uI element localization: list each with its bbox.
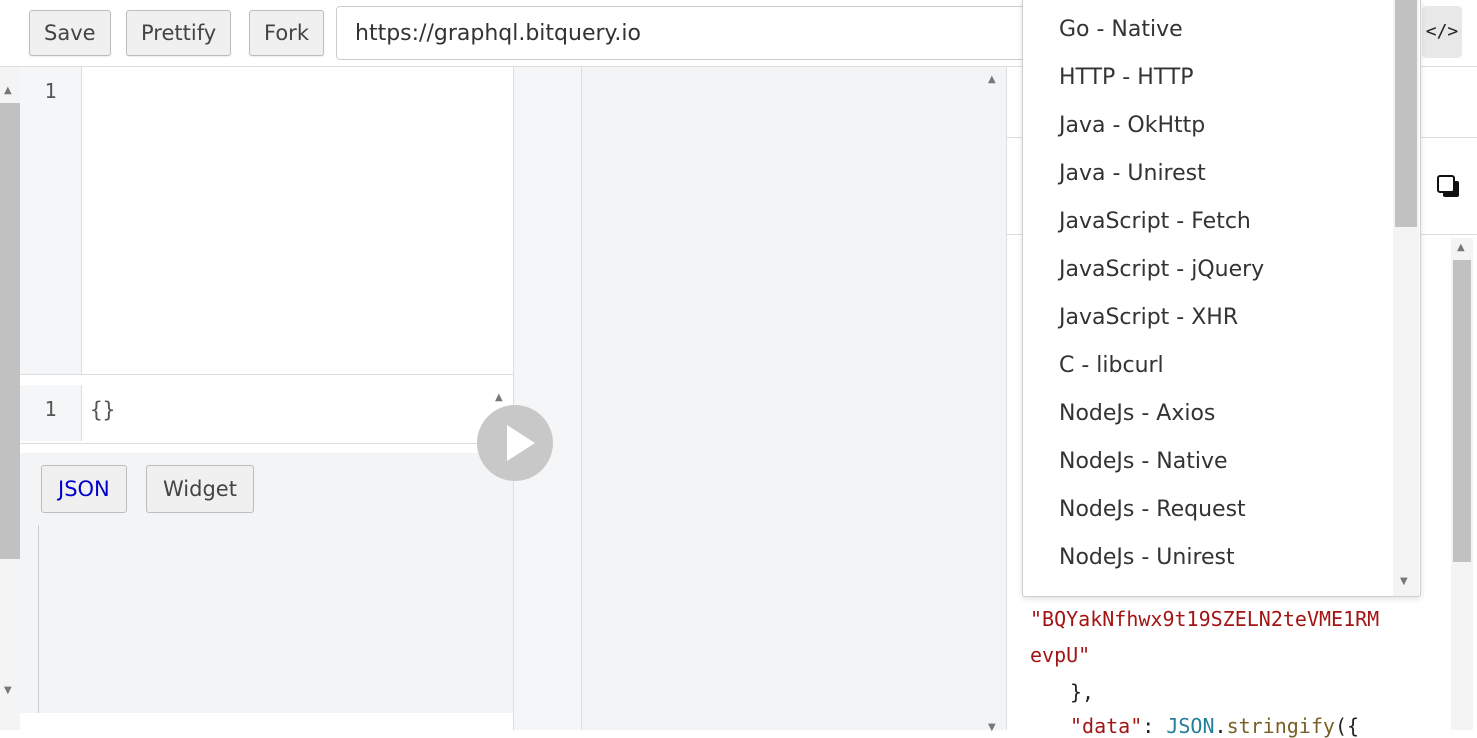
scrollbar-thumb[interactable] [1395,0,1417,227]
dropdown-scrollbar[interactable] [1393,0,1419,596]
line-number: 1 [44,79,57,103]
dropdown-item-nodejs-axios[interactable]: NodeJs - Axios [1059,390,1215,438]
dropdown-item-go-native[interactable]: Go - Native [1059,6,1183,54]
query-editor-gutter: 1 [20,67,82,374]
code-token: "data" [1070,714,1143,738]
code-scrollbar[interactable] [1451,238,1473,730]
query-editor[interactable] [20,67,513,374]
copy-icon[interactable] [1437,175,1461,199]
dropdown-item-nodejs-request[interactable]: NodeJs - Request [1059,486,1246,534]
result-gutter [514,67,582,730]
code-token: stringify [1226,714,1335,738]
code-line: "BQYakNfhwx9t19SZELN2teVME1RM [1030,607,1380,631]
code-token: : [1142,714,1167,738]
code-scroll-up-icon[interactable]: ▲ [1457,242,1465,253]
dropdown-item-nodejs-native[interactable]: NodeJs - Native [1059,438,1228,486]
save-button[interactable]: Save [29,10,111,56]
language-dropdown[interactable]: Go - Native HTTP - HTTP Java - OkHttp Ja… [1022,0,1421,597]
dropdown-scroll-down-icon[interactable]: ▼ [1400,576,1408,587]
variables-code: {} [90,398,116,422]
divider [38,525,39,713]
result-area[interactable] [582,67,1007,730]
dropdown-item-javascript-xhr[interactable]: JavaScript - XHR [1059,294,1238,342]
variables-editor-gutter: 1 [20,385,82,441]
scrollbar-thumb[interactable] [1453,260,1471,562]
dropdown-item-c-libcurl[interactable]: C - libcurl [1059,342,1164,390]
scrollbar-thumb[interactable] [0,103,20,559]
line-number: 1 [44,397,57,421]
result-scroll-down-icon[interactable]: ▼ [988,722,996,733]
dropdown-item-java-okhttp[interactable]: Java - OkHttp [1059,102,1205,150]
dropdown-item-nodejs-unirest[interactable]: NodeJs - Unirest [1059,534,1235,582]
editor-scrollbar[interactable]: ▲ ▼ [0,67,20,730]
json-tab-button[interactable]: JSON [41,465,127,513]
code-token: . [1214,714,1227,738]
code-icon[interactable]: </> [1422,6,1462,58]
code-line: "data": JSON.stringify({ [1070,714,1359,738]
dropdown-item-java-unirest[interactable]: Java - Unirest [1059,150,1206,198]
dropdown-item-javascript-fetch[interactable]: JavaScript - Fetch [1059,198,1251,246]
dropdown-item-http[interactable]: HTTP - HTTP [1059,54,1194,102]
variables-scroll-up-icon[interactable]: ▲ [495,392,503,403]
result-scroll-up-icon[interactable]: ▲ [988,74,996,85]
endpoint-url-input[interactable] [336,6,1036,60]
code-line: }, [1070,680,1095,704]
dropdown-item-javascript-jquery[interactable]: JavaScript - jQuery [1059,246,1264,294]
widget-tab-button[interactable]: Widget [146,465,254,513]
code-line: evpU" [1030,643,1091,667]
scroll-down-arrow-icon[interactable]: ▼ [4,685,12,696]
code-token: ({ [1334,714,1360,738]
play-button[interactable] [477,405,553,481]
prettify-button[interactable]: Prettify [126,10,232,56]
scroll-up-arrow-icon[interactable]: ▲ [4,85,12,96]
fork-button[interactable]: Fork [249,10,324,56]
code-token: JSON [1166,714,1215,738]
